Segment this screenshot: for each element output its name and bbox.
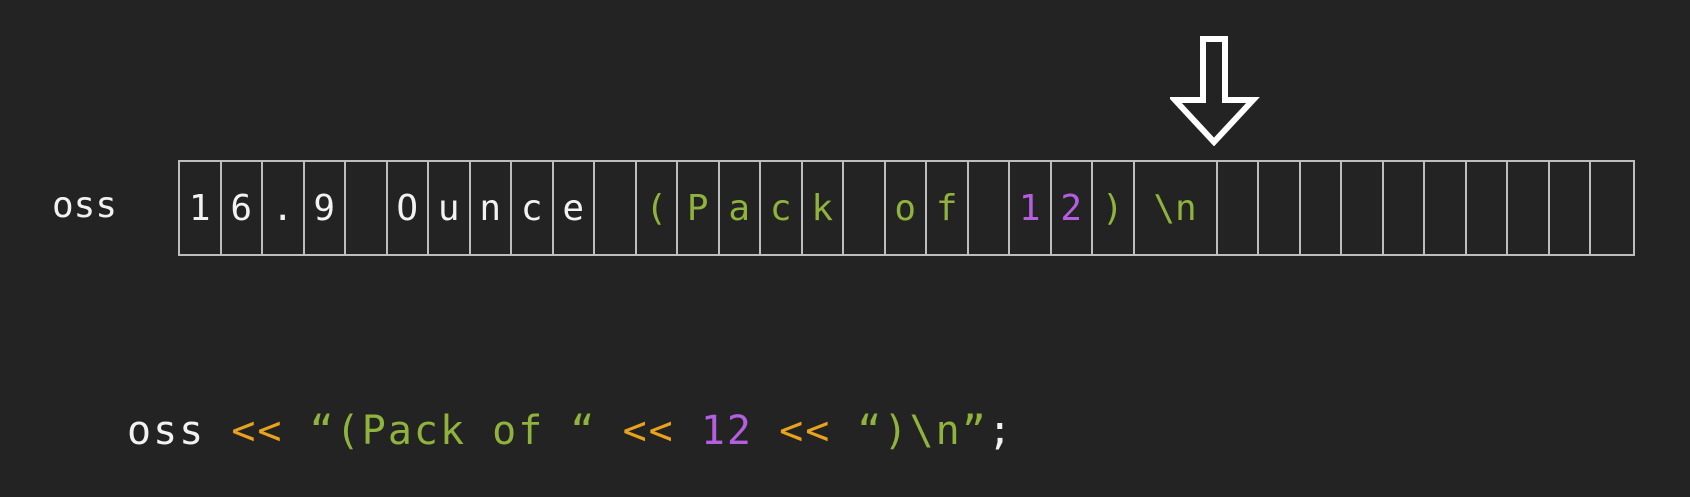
buffer-cell bbox=[969, 162, 1010, 254]
buffer-cell: 1 bbox=[180, 162, 222, 254]
buffer-cell: c bbox=[761, 162, 803, 254]
code-token-string: “(Pack of “ bbox=[283, 408, 623, 454]
buffer-cell: P bbox=[678, 162, 720, 254]
buffer-cell: 1 bbox=[1010, 162, 1052, 254]
buffer-cell: c bbox=[512, 162, 554, 254]
code-token-text: oss bbox=[127, 408, 232, 454]
code-token-number: 12 bbox=[700, 408, 754, 454]
down-arrow-icon bbox=[1170, 36, 1260, 146]
code-line: oss << “(Pack of “ << 12 << “)\n”; bbox=[127, 406, 1014, 456]
code-token-operator: << bbox=[779, 408, 832, 454]
buffer-cell-empty bbox=[1384, 162, 1425, 254]
buffer-cell-empty bbox=[1218, 162, 1259, 254]
code-token-operator: << bbox=[231, 408, 284, 454]
buffer-cell: 9 bbox=[305, 162, 346, 254]
buffer-cell: 6 bbox=[222, 162, 263, 254]
buffer-cell: 2 bbox=[1052, 162, 1093, 254]
buffer-cell-empty bbox=[1550, 162, 1591, 254]
buffer-cell-empty bbox=[1301, 162, 1342, 254]
buffer-cell-empty bbox=[1508, 162, 1550, 254]
buffer-cell: ) bbox=[1093, 162, 1135, 254]
buffer-cell: u bbox=[429, 162, 471, 254]
stream-buffer: 16.9 Ounce (Pa c k of 1 2) \n bbox=[178, 160, 1635, 256]
buffer-cell: k bbox=[803, 162, 844, 254]
buffer-cell: n bbox=[471, 162, 512, 254]
code-token-operator: << bbox=[622, 408, 675, 454]
buffer-cell: a bbox=[720, 162, 761, 254]
buffer-cell: . bbox=[263, 162, 305, 254]
buffer-cell-empty bbox=[1259, 162, 1301, 254]
buffer-cell-empty bbox=[1342, 162, 1384, 254]
buffer-cell: O bbox=[388, 162, 429, 254]
buffer-cell: e bbox=[554, 162, 595, 254]
buffer-cell-empty bbox=[1467, 162, 1508, 254]
code-token-string: “)\n” bbox=[831, 408, 988, 454]
buffer-cell: o bbox=[886, 162, 927, 254]
buffer-cell bbox=[844, 162, 886, 254]
code-token-text: ; bbox=[987, 408, 1014, 454]
buffer-cell bbox=[346, 162, 388, 254]
buffer-cell: \n bbox=[1135, 162, 1218, 254]
buffer-cell bbox=[595, 162, 637, 254]
stream-label: oss bbox=[52, 185, 118, 226]
buffer-cell-empty bbox=[1425, 162, 1467, 254]
buffer-cell: f bbox=[927, 162, 969, 254]
buffer-cell-empty bbox=[1591, 162, 1633, 254]
buffer-cell: ( bbox=[637, 162, 678, 254]
